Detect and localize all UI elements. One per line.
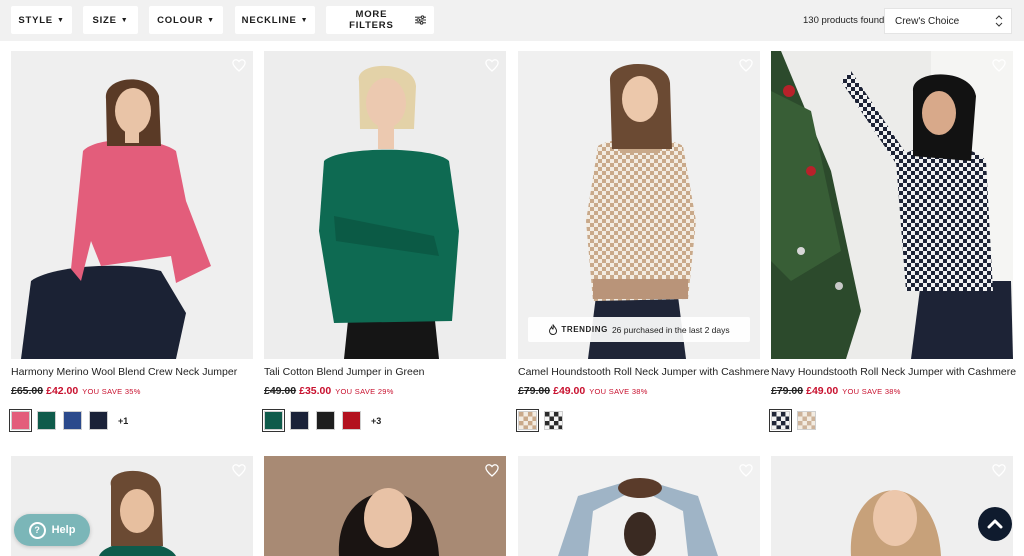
wishlist-heart-icon[interactable] <box>738 462 754 478</box>
filter-bar: STYLE ▼ SIZE ▼ COLOUR ▼ NECKLINE ▼ MORE FILT… <box>0 0 1024 41</box>
wishlist-heart-icon[interactable] <box>991 462 1007 478</box>
sort-select[interactable]: Crew's Choice <box>884 8 1012 34</box>
swatch-pink[interactable] <box>9 409 32 432</box>
style-filter-button[interactable]: STYLE ▼ <box>11 6 72 34</box>
size-filter-button[interactable]: SIZE ▼ <box>83 6 138 34</box>
product-title[interactable]: Camel Houndstooth Roll Neck Jumper with … <box>518 366 770 378</box>
trending-label: TRENDING <box>561 325 608 334</box>
was-price: £65.00 <box>11 385 44 397</box>
product-title[interactable]: Harmony Merino Wool Blend Crew Neck Jump… <box>11 366 261 378</box>
product-card[interactable] <box>518 456 760 556</box>
trending-badge: TRENDING 26 purchased in the last 2 days <box>528 317 750 342</box>
product-card[interactable] <box>771 456 1013 556</box>
colour-filter-label: COLOUR <box>157 14 204 26</box>
was-price: £49.00 <box>264 385 297 397</box>
swatch-camel-houndstooth[interactable] <box>797 411 816 430</box>
neckline-filter-button[interactable]: NECKLINE ▼ <box>235 6 315 34</box>
help-button[interactable]: ? Help <box>14 514 90 546</box>
wishlist-heart-icon[interactable] <box>484 462 500 478</box>
sale-price: £49.00 <box>553 385 586 397</box>
product-image[interactable]: TRENDING 26 purchased in the last 2 days <box>518 51 760 359</box>
product-price: £79.00 £49.00 YOU SAVE 38% <box>771 385 901 397</box>
swatch-blue[interactable] <box>63 411 82 430</box>
neckline-filter-label: NECKLINE <box>241 14 297 26</box>
product-title[interactable]: Tali Cotton Blend Jumper in Green <box>264 366 514 378</box>
colour-swatches: +1 <box>9 409 128 432</box>
save-badge: YOU SAVE 38% <box>842 387 901 396</box>
save-badge: YOU SAVE 38% <box>589 387 648 396</box>
caret-down-icon: ▼ <box>207 16 215 24</box>
more-colours-link[interactable]: +3 <box>371 416 381 426</box>
caret-down-icon: ▼ <box>56 16 65 24</box>
model-photo-pink-jumper <box>11 51 253 359</box>
swatch-camel-houndstooth[interactable] <box>516 409 539 432</box>
product-image[interactable] <box>11 51 253 359</box>
wishlist-heart-icon[interactable] <box>231 57 247 73</box>
product-title[interactable]: Navy Houndstooth Roll Neck Jumper with C… <box>771 366 1021 378</box>
swatch-red[interactable] <box>342 411 361 430</box>
model-photo-arms-raised <box>518 456 760 556</box>
swatch-green[interactable] <box>262 409 285 432</box>
model-photo-navy-houndstooth-jumper <box>771 51 1013 359</box>
flame-icon <box>549 324 558 335</box>
help-label: Help <box>51 524 76 536</box>
product-card[interactable] <box>264 456 506 556</box>
trending-text: 26 purchased in the last 2 days <box>611 324 730 335</box>
sort-value: Crew's Choice <box>895 15 960 27</box>
product-price: £79.00 £49.00 YOU SAVE 38% <box>518 385 648 397</box>
product-image[interactable] <box>264 51 506 359</box>
sale-price: £49.00 <box>806 385 839 397</box>
wishlist-heart-icon[interactable] <box>484 57 500 73</box>
colour-swatches <box>516 409 570 432</box>
more-filters-button[interactable]: MORE FILTERS <box>326 6 434 34</box>
swatch-black-houndstooth[interactable] <box>544 411 563 430</box>
chevron-up-icon <box>987 519 1003 529</box>
model-photo-camel-houndstooth-jumper <box>518 51 760 359</box>
colour-swatches <box>769 409 823 432</box>
was-price: £79.00 <box>518 385 551 397</box>
back-to-top-button[interactable] <box>978 507 1012 541</box>
swatch-navy[interactable] <box>290 411 309 430</box>
caret-down-icon: ▼ <box>300 16 309 24</box>
save-badge: YOU SAVE 29% <box>335 387 394 396</box>
sliders-icon <box>414 15 426 25</box>
wishlist-heart-icon[interactable] <box>738 57 754 73</box>
wishlist-heart-icon[interactable] <box>231 462 247 478</box>
model-photo-blonde-hair <box>771 456 1013 556</box>
updown-icon <box>995 15 1003 27</box>
more-colours-link[interactable]: +1 <box>118 416 128 426</box>
caret-down-icon: ▼ <box>120 16 129 24</box>
style-filter-label: STYLE <box>18 14 53 26</box>
colour-filter-button[interactable]: COLOUR ▼ <box>149 6 223 34</box>
swatch-navy[interactable] <box>89 411 108 430</box>
sale-price: £35.00 <box>299 385 332 397</box>
size-filter-label: SIZE <box>92 14 117 26</box>
sale-price: £42.00 <box>46 385 79 397</box>
swatch-green[interactable] <box>37 411 56 430</box>
wishlist-heart-icon[interactable] <box>991 57 1007 73</box>
question-icon: ? <box>28 521 46 539</box>
product-count: 130 products found <box>803 15 885 26</box>
product-image[interactable] <box>771 51 1013 359</box>
product-price: £49.00 £35.00 YOU SAVE 29% <box>264 385 394 397</box>
save-badge: YOU SAVE 35% <box>82 387 141 396</box>
was-price: £79.00 <box>771 385 804 397</box>
model-photo-dark-hair <box>264 456 506 556</box>
model-photo-green-jumper <box>264 51 506 359</box>
swatch-black[interactable] <box>316 411 335 430</box>
product-price: £65.00 £42.00 YOU SAVE 35% <box>11 385 141 397</box>
colour-swatches: +3 <box>262 409 381 432</box>
swatch-navy-houndstooth[interactable] <box>769 409 792 432</box>
more-filters-label: MORE FILTERS <box>349 9 394 31</box>
